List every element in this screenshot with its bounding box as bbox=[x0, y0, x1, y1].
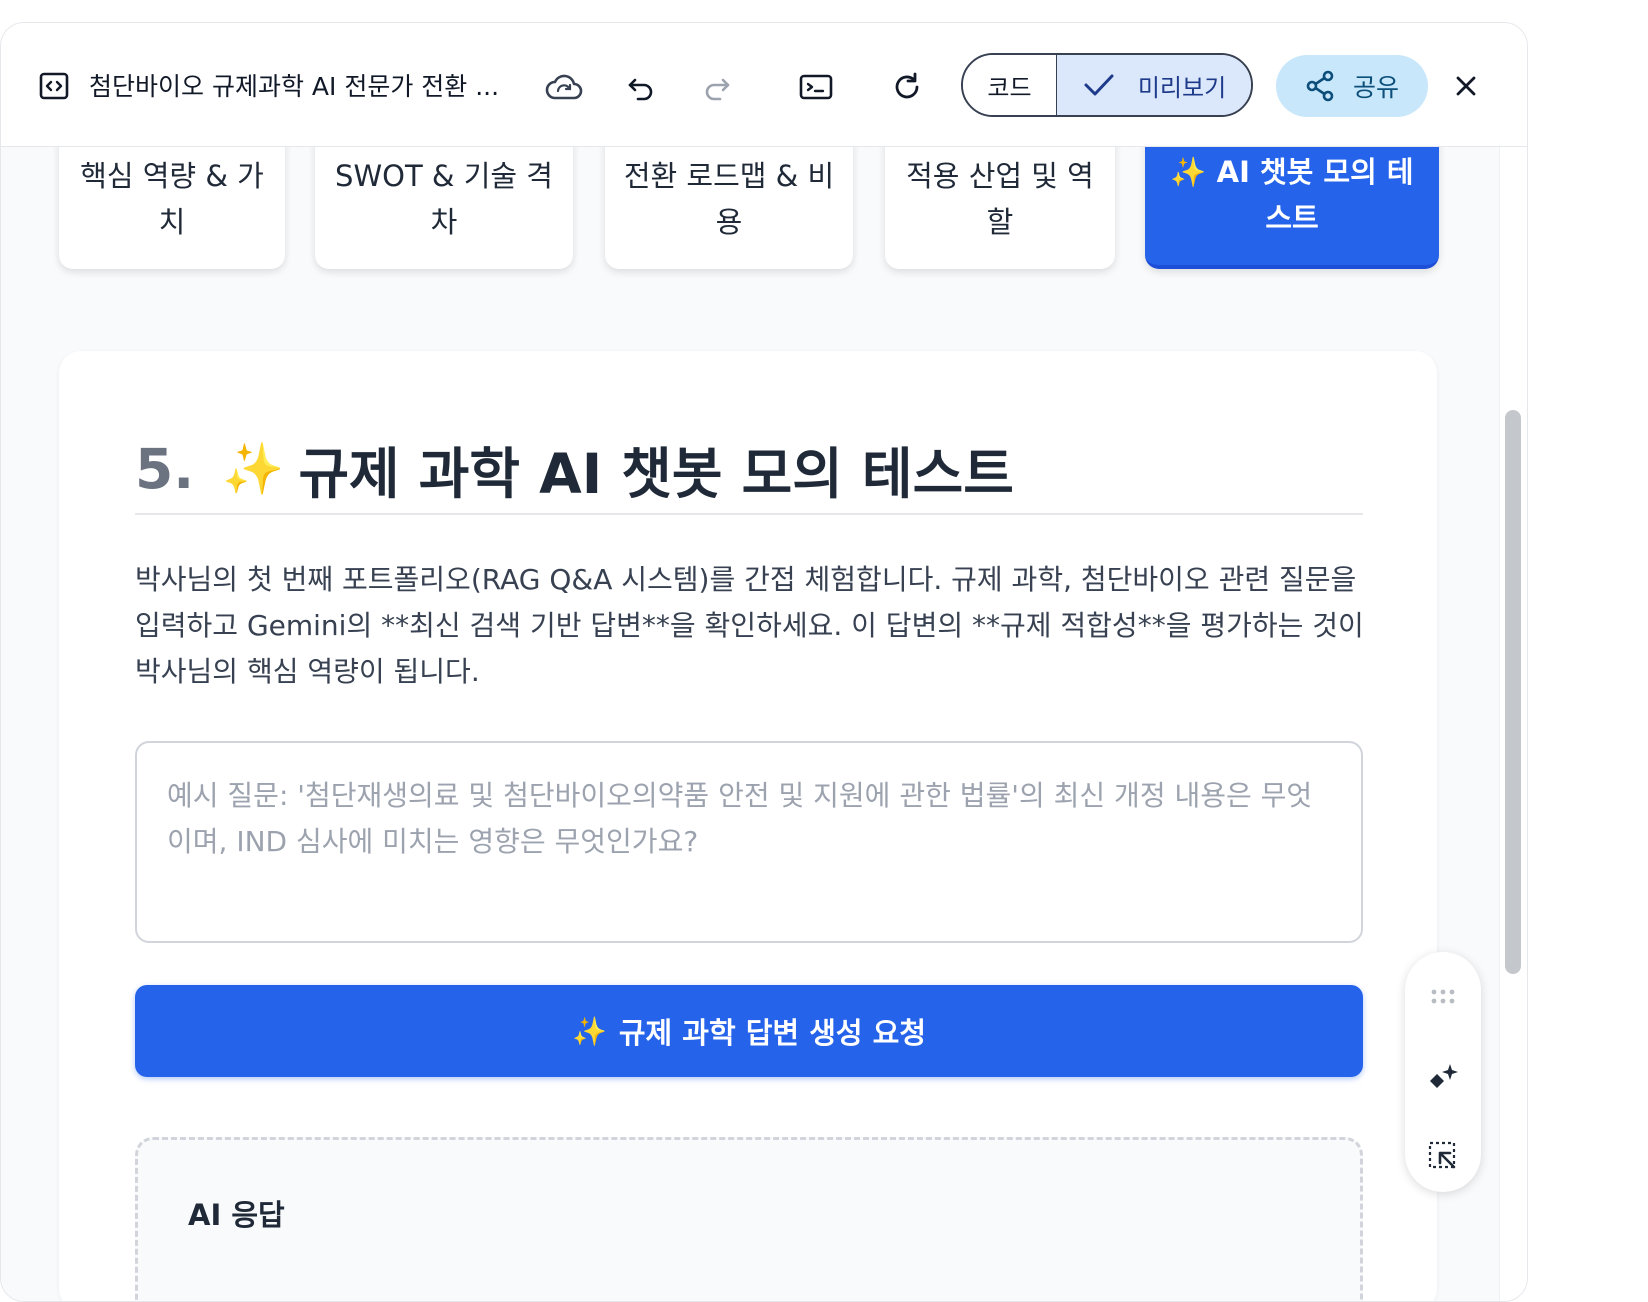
tab-core-competency[interactable]: 핵심 역량 & 가치 bbox=[59, 147, 285, 269]
chatbot-section-card: 5. ✨ 규제 과학 AI 챗봇 모의 테스트 박사님의 첫 번째 포트폴리오(… bbox=[59, 351, 1437, 1301]
code-file-icon bbox=[37, 69, 71, 103]
document-title[interactable]: 첨단바이오 규제과학 AI 전문가 전환 ... bbox=[89, 67, 499, 103]
tab-swot[interactable]: SWOT & 기술 격차 bbox=[315, 147, 573, 269]
close-icon[interactable] bbox=[1449, 69, 1483, 103]
undo-icon[interactable] bbox=[623, 69, 659, 105]
share-icon bbox=[1305, 70, 1335, 102]
ai-response-title: AI 응답 bbox=[188, 1198, 285, 1232]
preview-area: 핵심 역량 & 가치 SWOT & 기술 격차 전환 로드맵 & 비용 적용 산… bbox=[1, 147, 1501, 1301]
drag-handle-icon[interactable] bbox=[1405, 982, 1481, 1012]
section-title: 규제 과학 AI 챗봇 모의 테스트 bbox=[298, 442, 1014, 506]
code-tab-button[interactable]: 코드 bbox=[963, 55, 1057, 115]
floating-toolbar bbox=[1405, 952, 1481, 1192]
preview-tab-button[interactable]: 미리보기 bbox=[1057, 55, 1251, 115]
scrollbar-thumb[interactable] bbox=[1505, 410, 1521, 974]
tab-industry[interactable]: 적용 산업 및 역할 bbox=[885, 147, 1115, 269]
cloud-sync-icon[interactable] bbox=[543, 67, 585, 107]
question-input[interactable] bbox=[135, 741, 1363, 943]
generate-answer-label: 규제 과학 답변 생성 요청 bbox=[618, 1016, 927, 1050]
section-heading: 5. ✨ 규제 과학 AI 챗봇 모의 테스트 bbox=[135, 429, 1014, 509]
tab-roadmap[interactable]: 전환 로드맵 & 비용 bbox=[605, 147, 853, 269]
select-element-icon[interactable] bbox=[1405, 1136, 1481, 1176]
ai-sparkle-icon[interactable] bbox=[1405, 1058, 1481, 1098]
share-label: 공유 bbox=[1352, 73, 1399, 102]
sparkle-icon: ✨ bbox=[222, 439, 285, 498]
refresh-icon[interactable] bbox=[889, 69, 925, 105]
canvas-window: 첨단바이오 규제과학 AI 전문가 전환 ... 코드 미리보기 공유 핵심 역… bbox=[0, 22, 1528, 1302]
toolbar: 첨단바이오 규제과학 AI 전문가 전환 ... 코드 미리보기 공유 bbox=[1, 23, 1527, 147]
terminal-icon[interactable] bbox=[797, 69, 835, 105]
heading-divider bbox=[135, 513, 1363, 515]
redo-icon[interactable] bbox=[699, 69, 735, 105]
preview-tab-label: 미리보기 bbox=[1137, 73, 1227, 102]
share-button[interactable]: 공유 bbox=[1276, 55, 1428, 117]
sparkle-icon: ✨ bbox=[571, 1014, 607, 1048]
section-number: 5. bbox=[135, 437, 195, 501]
check-icon bbox=[1082, 70, 1116, 100]
tab-ai-chatbot[interactable]: ✨ AI 챗봇 모의 테스트 bbox=[1145, 147, 1439, 269]
generate-answer-button[interactable]: ✨ 규제 과학 답변 생성 요청 bbox=[135, 985, 1363, 1077]
view-mode-toggle: 코드 미리보기 bbox=[961, 53, 1253, 117]
section-description: 박사님의 첫 번째 포트폴리오(RAG Q&A 시스템)를 간접 체험합니다. … bbox=[135, 563, 1364, 688]
ai-response-box: AI 응답 bbox=[135, 1137, 1363, 1301]
